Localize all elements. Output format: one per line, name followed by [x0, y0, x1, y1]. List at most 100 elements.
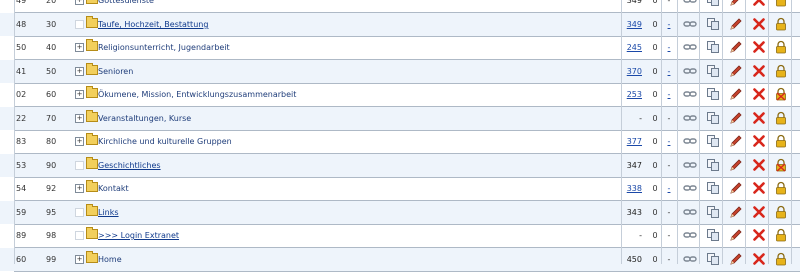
expand-toggle[interactable]: [75, 20, 84, 29]
lock-icon[interactable]: [774, 181, 788, 195]
folder-icon: [86, 16, 98, 28]
copy-icon[interactable]: [706, 87, 720, 101]
edit-pencil-icon[interactable]: [729, 40, 743, 54]
edit-pencil-icon[interactable]: [729, 134, 743, 148]
link-icon[interactable]: [683, 64, 697, 78]
link-icon[interactable]: [683, 111, 697, 125]
category-title[interactable]: Kirchliche und kulturelle Gruppen: [98, 130, 598, 153]
delete-x-icon[interactable]: [752, 64, 766, 78]
copy-icon[interactable]: [706, 134, 720, 148]
lock-icon[interactable]: [774, 40, 788, 54]
copy-icon[interactable]: [706, 158, 720, 172]
link-icon[interactable]: [683, 40, 697, 54]
copy-icon[interactable]: [706, 228, 720, 242]
copy-icon[interactable]: [706, 64, 720, 78]
expand-toggle[interactable]: +: [75, 184, 84, 193]
expand-toggle[interactable]: [75, 208, 84, 217]
preview-link[interactable]: -: [664, 13, 674, 36]
lock-icon[interactable]: [774, 17, 788, 31]
preview-link[interactable]: -: [664, 177, 674, 200]
copy-icon[interactable]: [706, 205, 720, 219]
lock-icon[interactable]: [774, 87, 788, 101]
preview-link: -: [667, 114, 671, 123]
category-title[interactable]: Religionsunterricht, Jugendarbeit: [98, 36, 598, 59]
edit-pencil-icon[interactable]: [729, 17, 743, 31]
preview-link: -: [667, 255, 671, 264]
delete-x-icon[interactable]: [752, 205, 766, 219]
expand-toggle[interactable]: +: [75, 0, 84, 5]
folder-icon: [86, 63, 98, 75]
expand-toggle[interactable]: +: [75, 43, 84, 52]
lock-icon[interactable]: [774, 0, 788, 7]
edit-pencil-icon[interactable]: [729, 158, 743, 172]
edit-pencil-icon[interactable]: [729, 205, 743, 219]
link-icon[interactable]: [683, 0, 697, 7]
expand-toggle[interactable]: [75, 161, 84, 170]
folder-icon: [86, 110, 98, 122]
link-icon[interactable]: [683, 87, 697, 101]
edit-pencil-icon[interactable]: [729, 228, 743, 242]
delete-x-icon[interactable]: [752, 17, 766, 31]
category-title[interactable]: Veranstaltungen, Kurse: [98, 107, 598, 130]
copy-icon[interactable]: [706, 181, 720, 195]
edit-pencil-icon[interactable]: [729, 111, 743, 125]
table-row: 89 98 >>> Login Extranet -0-: [0, 224, 800, 247]
expand-toggle[interactable]: +: [75, 90, 84, 99]
row-position: 90: [46, 161, 57, 170]
expand-toggle[interactable]: +: [75, 255, 84, 264]
table-row: 48 30 Taufe, Hochzeit, Bestattung 349 0-: [0, 13, 800, 36]
delete-x-icon[interactable]: [752, 134, 766, 148]
row-id: 48: [16, 20, 27, 29]
preview-link[interactable]: -: [664, 83, 674, 106]
copy-icon[interactable]: [706, 111, 720, 125]
column-divider: [677, 0, 678, 264]
copy-icon[interactable]: [706, 17, 720, 31]
category-title[interactable]: Home: [98, 248, 598, 271]
edit-pencil-icon[interactable]: [729, 87, 743, 101]
expand-toggle[interactable]: [75, 231, 84, 240]
delete-x-icon[interactable]: [752, 0, 766, 7]
link-icon[interactable]: [683, 228, 697, 242]
preview-link[interactable]: -: [664, 60, 674, 83]
row-position: 98: [46, 231, 57, 240]
lock-icon[interactable]: [774, 228, 788, 242]
category-title[interactable]: Geschichtliches: [98, 154, 598, 177]
edit-pencil-icon[interactable]: [729, 64, 743, 78]
edit-pencil-icon[interactable]: [729, 181, 743, 195]
lock-icon[interactable]: [774, 205, 788, 219]
expand-toggle[interactable]: +: [75, 114, 84, 123]
column-divider: [722, 0, 723, 264]
link-icon[interactable]: [683, 17, 697, 31]
preview-link[interactable]: -: [664, 130, 674, 153]
expand-toggle[interactable]: +: [75, 67, 84, 76]
preview-link[interactable]: -: [664, 36, 674, 59]
category-title[interactable]: Kontakt: [98, 177, 598, 200]
link-icon[interactable]: [683, 181, 697, 195]
link-icon[interactable]: [683, 134, 697, 148]
category-title[interactable]: Senioren: [98, 60, 598, 83]
edit-pencil-icon[interactable]: [729, 0, 743, 7]
lock-icon[interactable]: [774, 158, 788, 172]
lock-icon[interactable]: [774, 64, 788, 78]
delete-x-icon[interactable]: [752, 181, 766, 195]
table-row: 83 80 + Kirchliche und kulturelle Gruppen 37…: [0, 130, 800, 153]
category-title[interactable]: Taufe, Hochzeit, Bestattung: [98, 13, 598, 36]
lock-icon[interactable]: [774, 134, 788, 148]
row-position: 70: [46, 114, 57, 123]
link-icon[interactable]: [683, 158, 697, 172]
row-id: 54: [16, 184, 27, 193]
expand-toggle[interactable]: +: [75, 137, 84, 146]
category-title[interactable]: Gottesdienste: [98, 0, 598, 12]
delete-x-icon[interactable]: [752, 40, 766, 54]
category-title[interactable]: >>> Login Extranet: [98, 224, 598, 247]
delete-x-icon[interactable]: [752, 228, 766, 242]
lock-icon[interactable]: [774, 111, 788, 125]
delete-x-icon[interactable]: [752, 111, 766, 125]
delete-x-icon[interactable]: [752, 87, 766, 101]
link-icon[interactable]: [683, 205, 697, 219]
delete-x-icon[interactable]: [752, 158, 766, 172]
copy-icon[interactable]: [706, 0, 720, 7]
category-title[interactable]: Ökumene, Mission, Entwicklungszusammenar…: [98, 83, 598, 106]
category-title[interactable]: Links: [98, 201, 598, 224]
copy-icon[interactable]: [706, 40, 720, 54]
